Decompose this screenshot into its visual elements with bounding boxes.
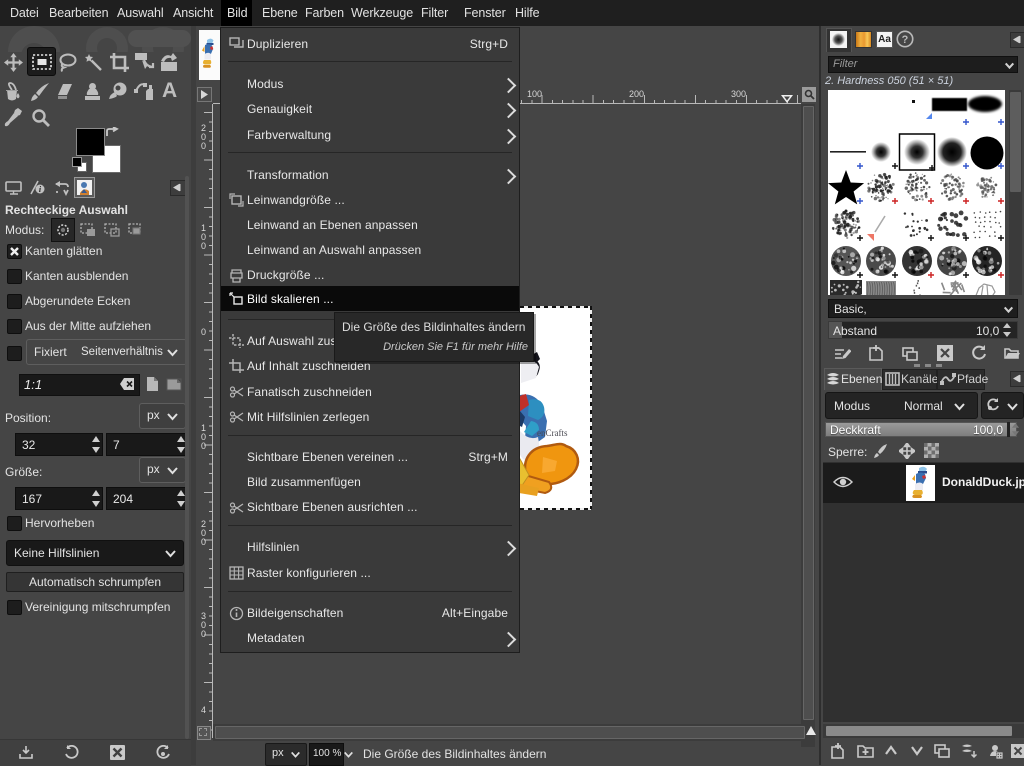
svg-text:?: ? (902, 34, 909, 46)
svg-text:enCrafts: enCrafts (537, 428, 568, 438)
